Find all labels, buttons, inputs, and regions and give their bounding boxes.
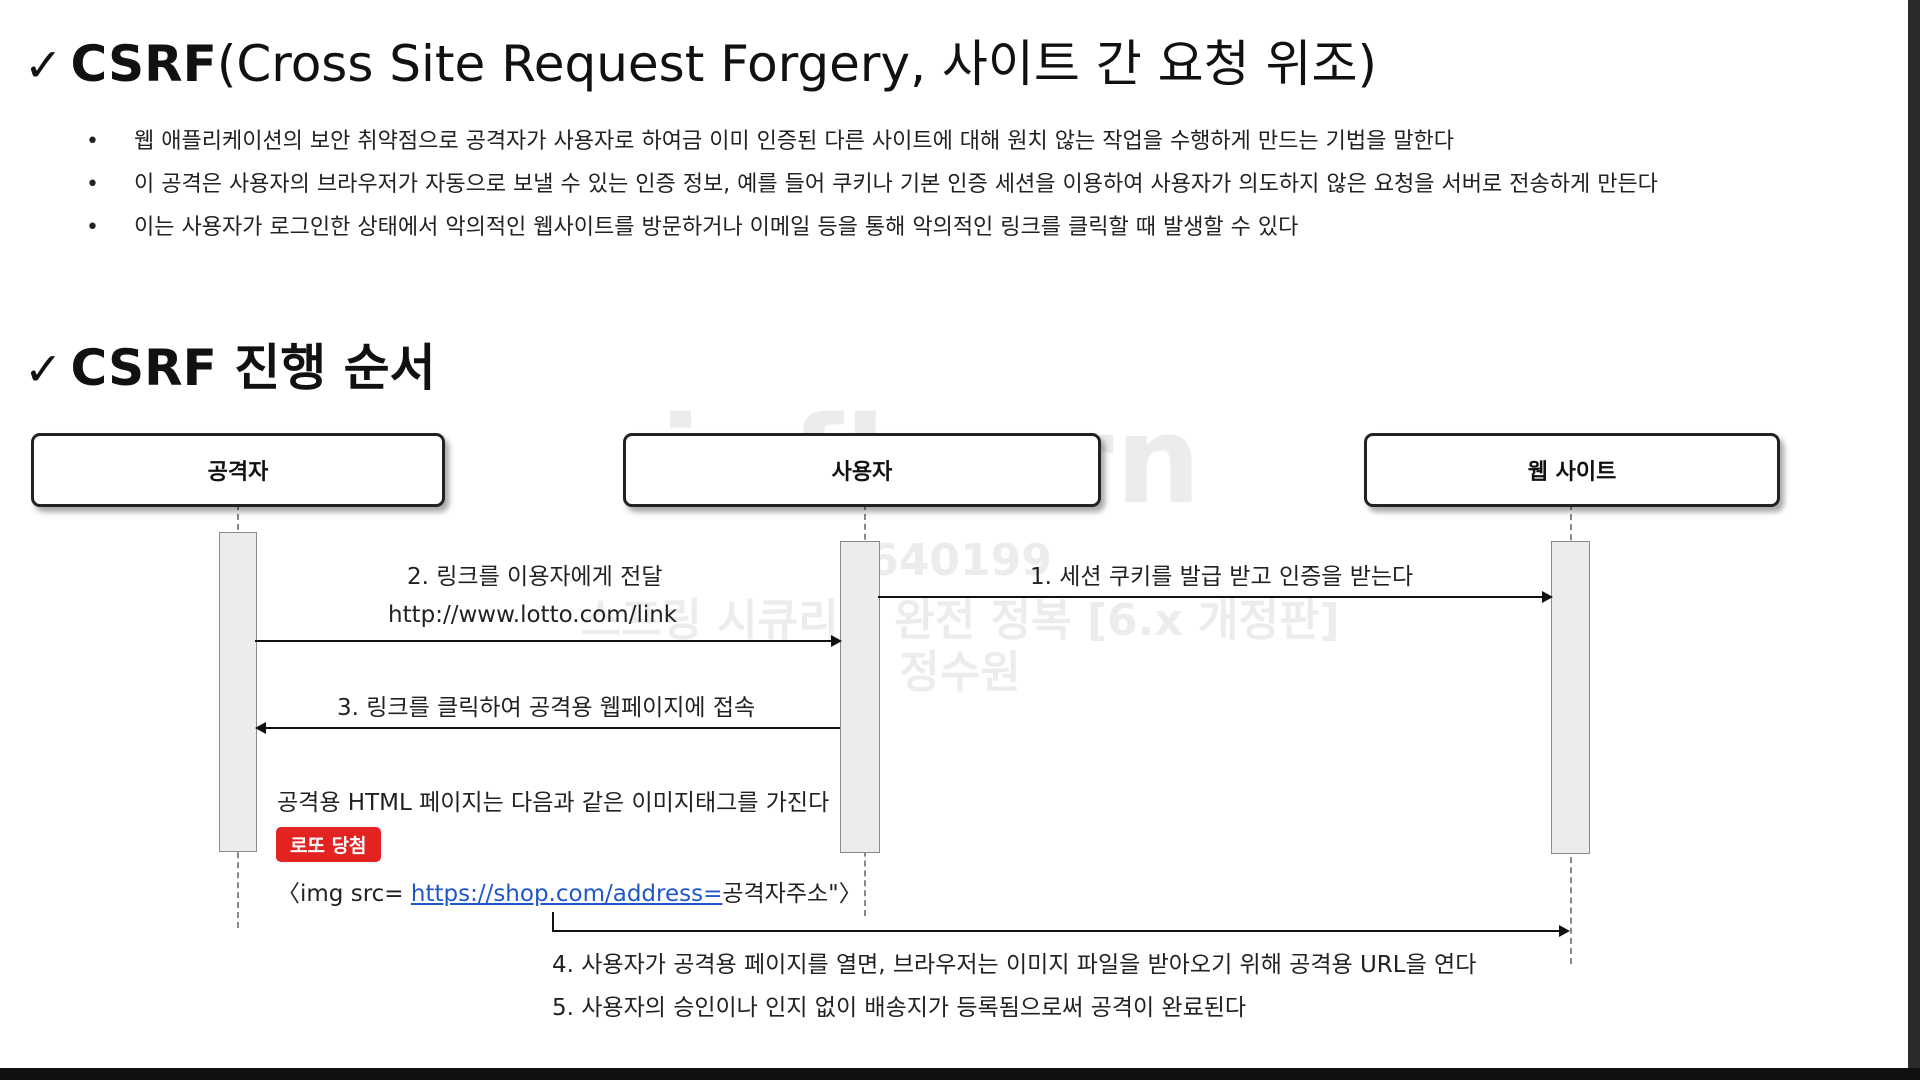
csrf-heading: ✓ CSRF (Cross Site Request Forgery, 사이트 …	[24, 24, 1377, 96]
check-icon: ✓	[24, 38, 63, 92]
bullet-item: 웹 애플리케이션의 보안 취약점으로 공격자가 사용자로 하여금 이미 인증된 …	[86, 120, 1658, 163]
step1-arrow	[878, 591, 1553, 603]
step3-label: 3. 링크를 클릭하여 공격용 웹페이지에 접속	[337, 695, 756, 721]
step2-url: http://www.lotto.com/link	[388, 602, 678, 628]
step4-arrow	[552, 925, 1570, 937]
window-edge-bottom	[0, 1068, 1920, 1080]
step2-label: 2. 링크를 이용자에게 전달	[407, 564, 663, 590]
process-heading-text: CSRF 진행 순서	[70, 339, 436, 397]
csrf-heading-rest: (Cross Site Request Forgery, 사이트 간 요청 위조…	[216, 35, 1378, 93]
img-tag-line: 〈img src= https://shop.com/address=공격자주소…	[277, 874, 862, 908]
html-note: 공격용 HTML 페이지는 다음과 같은 이미지태그를 가진다	[277, 790, 830, 816]
window-edge-right	[1908, 0, 1920, 1080]
definition-bullets: 웹 애플리케이션의 보안 취약점으로 공격자가 사용자로 하여금 이미 인증된 …	[86, 120, 1658, 249]
lotto-badge: 로또 당첨	[276, 827, 381, 862]
actor-attacker: 공격자	[31, 433, 445, 507]
step5-label: 5. 사용자의 승인이나 인지 없이 배송지가 등록됨으로써 공격이 완료된다	[552, 995, 1247, 1021]
bullet-item: 이 공격은 사용자의 브라우저가 자동으로 보낼 수 있는 인증 정보, 예를 …	[86, 163, 1658, 206]
step4-label: 4. 사용자가 공격용 페이지를 열면, 브라우저는 이미지 파일을 받아오기 …	[552, 952, 1477, 978]
step4-bracket	[552, 912, 554, 932]
img-tag-suffix: 공격자주소"〉	[722, 881, 862, 907]
website-activation	[1551, 541, 1590, 854]
user-activation	[840, 541, 880, 853]
step3-arrow	[255, 722, 840, 734]
actor-website: 웹 사이트	[1364, 433, 1780, 507]
process-heading: ✓ CSRF 진행 순서	[24, 328, 436, 400]
csrf-heading-bold: CSRF	[70, 35, 217, 93]
step2-arrow	[255, 635, 842, 647]
img-tag-prefix: 〈img src=	[277, 881, 411, 907]
attacker-activation	[219, 532, 257, 852]
step1-label: 1. 세션 쿠키를 발급 받고 인증을 받는다	[1030, 564, 1414, 590]
bullet-item: 이는 사용자가 로그인한 상태에서 악의적인 웹사이트를 방문하거나 이메일 등…	[86, 206, 1658, 249]
check-icon: ✓	[24, 342, 63, 396]
attack-link[interactable]: https://shop.com/address=	[411, 881, 723, 907]
slide: ✓ CSRF (Cross Site Request Forgery, 사이트 …	[0, 0, 1908, 1068]
actor-user: 사용자	[623, 433, 1101, 507]
